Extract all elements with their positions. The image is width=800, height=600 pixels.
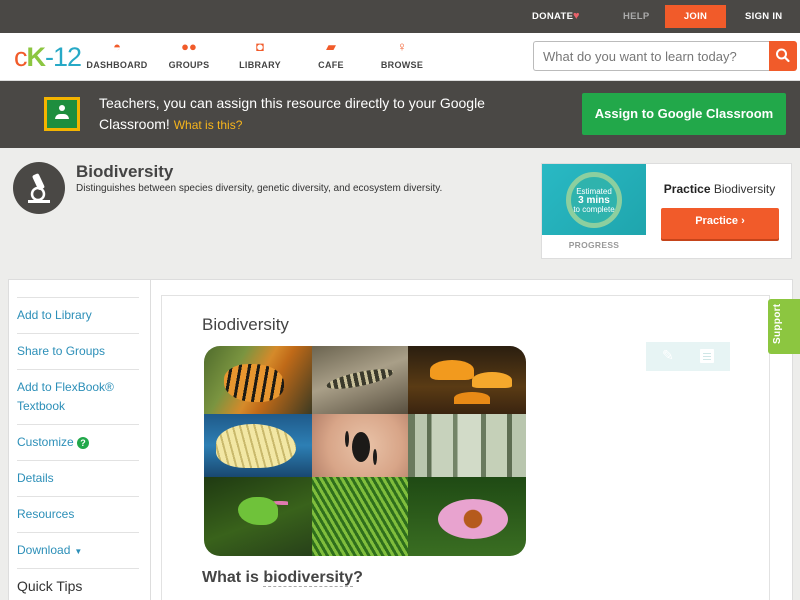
sidebar-item-share-to-groups[interactable]: Share to Groups	[17, 333, 139, 361]
google-classroom-icon	[44, 97, 80, 131]
section-heading: What is biodiversity?	[202, 569, 363, 587]
sidebar: Add to Library Share to Groups Add to Fl…	[8, 279, 150, 600]
sidebar-item-add-to-library[interactable]: Add to Library	[17, 297, 139, 325]
search-input[interactable]	[533, 41, 770, 71]
heart-icon: ♥	[573, 10, 580, 22]
notes-icon[interactable]	[700, 349, 714, 363]
google-classroom-banner: Teachers, you can assign this resource d…	[0, 81, 800, 148]
search-icon	[776, 48, 790, 63]
nav-browse[interactable]: ♀ BROWSE	[367, 39, 437, 70]
quick-tips-heading[interactable]: Quick Tips	[17, 568, 139, 594]
nav-dashboard[interactable]: ◓ DASHBOARD	[82, 39, 152, 70]
speedometer-icon: ◓	[113, 39, 121, 54]
forest-image	[408, 414, 526, 477]
biodiversity-image-collage	[204, 346, 526, 556]
practice-card: Estimated 3 mins to complete PROGRESS Pr…	[541, 163, 792, 259]
chat-bubbles-icon: ▰	[326, 39, 336, 54]
pencil-icon[interactable]: ✎	[662, 347, 674, 364]
progress-ring: Estimated 3 mins to complete	[566, 172, 622, 228]
backpack-icon: ◘	[256, 39, 264, 54]
practice-title: Practice Biodiversity	[663, 182, 776, 196]
page-description: Distinguishes between species diversity,…	[76, 183, 443, 194]
people-icon: ●●	[181, 39, 197, 54]
glossary-term[interactable]: biodiversity	[263, 569, 354, 587]
assign-to-google-classroom-button[interactable]: Assign to Google Classroom	[582, 93, 786, 135]
sidebar-item-download[interactable]: Download ▼	[17, 532, 139, 561]
what-is-this-link[interactable]: What is this?	[174, 118, 243, 132]
banner-message: Teachers, you can assign this resource d…	[99, 95, 485, 132]
nav-groups[interactable]: ●● GROUPS	[154, 39, 224, 70]
donate-link[interactable]: DONATE	[532, 11, 573, 22]
beetle-image	[312, 414, 408, 477]
page-title: Biodiversity	[76, 162, 174, 181]
sidebar-item-add-to-flexbook[interactable]: Add to FlexBook® Textbook	[17, 369, 139, 416]
lizard-image	[312, 346, 408, 414]
search-button[interactable]	[769, 41, 797, 71]
nav-library[interactable]: ◘ LIBRARY	[225, 39, 295, 70]
help-icon[interactable]: ?	[77, 437, 90, 449]
sidebar-item-resources[interactable]: Resources	[17, 496, 139, 524]
tiger-image	[204, 346, 312, 414]
chevron-right-icon: ›	[741, 215, 745, 227]
lightbulb-icon: ♀	[397, 39, 407, 54]
ck12-logo[interactable]: cK-12	[14, 42, 82, 73]
mushroom-image	[408, 346, 526, 414]
help-link[interactable]: HELP	[623, 11, 650, 22]
sign-in-link[interactable]: SIGN IN	[745, 11, 782, 22]
fern-image	[312, 477, 408, 556]
sidebar-item-customize[interactable]: Customize ?	[17, 424, 139, 452]
support-tab[interactable]: Support	[768, 299, 800, 354]
parakeet-image	[204, 477, 312, 556]
practice-button[interactable]: Practice ›	[661, 208, 779, 239]
caret-down-icon: ▼	[74, 547, 83, 556]
sidebar-item-details[interactable]: Details	[17, 460, 139, 488]
top-bar: DONATE ♥ HELP JOIN SIGN IN	[0, 0, 800, 33]
progress-graphic: Estimated 3 mins to complete	[542, 164, 646, 235]
coneflower-image	[408, 477, 526, 556]
fish-image	[204, 414, 312, 477]
microscope-icon	[13, 162, 65, 214]
content-title: Biodiversity	[202, 315, 289, 334]
join-button[interactable]: JOIN	[665, 5, 726, 28]
nav-cafe[interactable]: ▰ CAFE	[296, 39, 366, 70]
progress-label: PROGRESS	[568, 240, 620, 250]
main-nav: cK-12 ◓ DASHBOARD ●● GROUPS ◘ LIBRARY ▰ …	[0, 33, 800, 81]
content-tools: ✎	[646, 342, 730, 371]
